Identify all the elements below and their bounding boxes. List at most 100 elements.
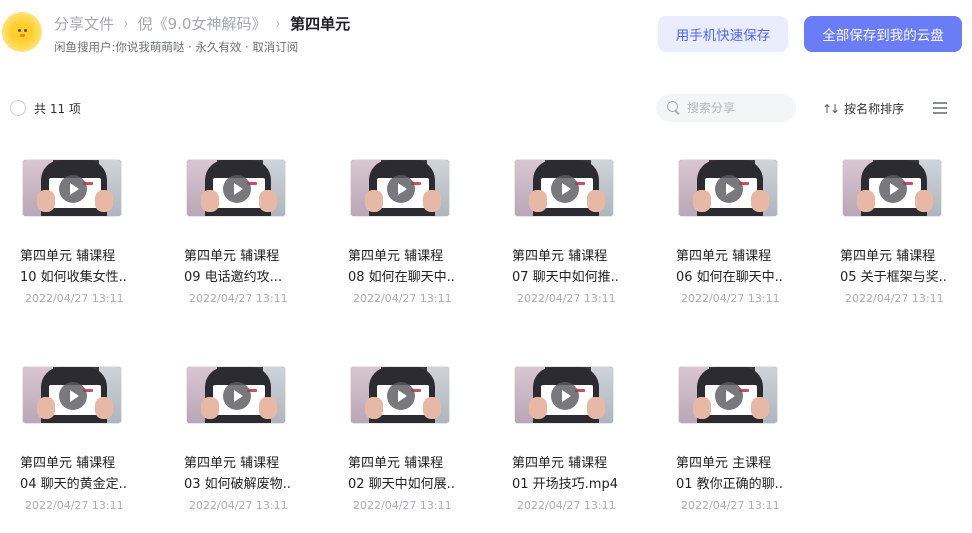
video-thumbnail[interactable] [514,159,614,217]
file-name-line2: 02 聊天中如何展.. [348,477,455,492]
file-item[interactable]: 第四单元 辅课程 07 聊天中如何推.. 2022/04/27 13:11 [492,159,642,319]
video-thumbnail[interactable] [678,159,778,217]
select-all-checkbox[interactable] [10,100,26,116]
thumb-hand [37,397,55,419]
list-menu-icon[interactable] [933,102,947,114]
play-icon[interactable] [387,382,415,410]
file-name[interactable]: 第四单元 辅课程 08 如何在聊天中.. [348,246,472,288]
search-icon [667,101,681,115]
play-icon[interactable] [715,382,743,410]
file-name-line1: 第四单元 辅课程 [20,456,116,471]
chevron-right-icon: › [123,15,128,32]
play-icon[interactable] [223,175,251,203]
file-name[interactable]: 第四单元 辅课程 03 如何破解废物.. [184,453,308,495]
thumb-hand [37,190,55,212]
search-box[interactable] [656,94,796,122]
file-name-line2: 01 教你正确的聊.. [676,477,783,492]
sort-label: 按名称排序 [844,102,905,116]
play-icon[interactable] [387,175,415,203]
video-thumbnail[interactable] [22,366,122,424]
thumb-hand [423,190,441,212]
breadcrumb: 分享文件 › 倪《9.0女神解码》 › 第四单元 [54,13,350,34]
file-item[interactable]: 第四单元 主课程 01 教你正确的聊.. 2022/04/27 13:11 [656,366,806,526]
thumb-hand [915,190,933,212]
file-item[interactable]: 第四单元 辅课程 09 电话邀约攻... 2022/04/27 13:11 [164,159,314,319]
file-name[interactable]: 第四单元 辅课程 02 聊天中如何展.. [348,453,472,495]
file-name-line1: 第四单元 辅课程 [840,249,936,264]
video-thumbnail[interactable] [186,366,286,424]
play-icon[interactable] [223,382,251,410]
video-thumbnail[interactable] [514,366,614,424]
file-date: 2022/04/27 13:11 [25,499,124,512]
file-name-line1: 第四单元 辅课程 [348,456,444,471]
file-item[interactable]: 第四单元 辅课程 01 开场技巧.mp4 2022/04/27 13:11 [492,366,642,526]
file-date: 2022/04/27 13:11 [353,499,452,512]
thumb-hand [751,397,769,419]
file-name-line2: 05 关于框架与奖.. [840,270,947,285]
dot-separator: · [245,40,249,54]
file-date: 2022/04/27 13:11 [353,292,452,305]
file-name-line2: 01 开场技巧.mp4 [512,477,618,492]
breadcrumb-shared-files[interactable]: 分享文件 [54,13,114,34]
play-icon[interactable] [59,175,87,203]
thumb-hand [751,190,769,212]
unsubscribe-link[interactable]: 取消订阅 [252,40,298,54]
share-owner-text: 闲鱼搜用户:你说我萌萌哒 [54,40,185,54]
phone-quick-save-button[interactable]: 用手机快速保存 [658,16,788,52]
play-icon[interactable] [551,382,579,410]
breadcrumb-course-folder[interactable]: 倪《9.0女神解码》 [138,13,267,34]
play-icon[interactable] [59,382,87,410]
thumb-hand [529,190,547,212]
file-item[interactable]: 第四单元 辅课程 03 如何破解废物.. 2022/04/27 13:11 [164,366,314,526]
thumb-hand [201,397,219,419]
thumb-hand [259,397,277,419]
file-item[interactable]: 第四单元 辅课程 06 如何在聊天中.. 2022/04/27 13:11 [656,159,806,319]
search-input[interactable] [687,101,787,115]
file-name-line1: 第四单元 辅课程 [512,249,608,264]
avatar-beak [20,34,25,37]
play-icon[interactable] [551,175,579,203]
play-icon[interactable] [879,175,907,203]
file-date: 2022/04/27 13:11 [25,292,124,305]
thumb-hand [95,190,113,212]
file-item[interactable]: 第四单元 辅课程 05 关于框架与奖.. 2022/04/27 13:11 [820,159,970,319]
file-name-line1: 第四单元 辅课程 [512,456,608,471]
video-thumbnail[interactable] [186,159,286,217]
file-name[interactable]: 第四单元 辅课程 10 如何收集女性.. [20,246,144,288]
file-item[interactable]: 第四单元 辅课程 08 如何在聊天中.. 2022/04/27 13:11 [328,159,478,319]
file-name[interactable]: 第四单元 辅课程 01 开场技巧.mp4 [512,453,636,495]
thumb-hand [95,397,113,419]
item-count: 共 11 项 [34,102,81,116]
avatar-face [11,22,33,42]
file-item[interactable]: 第四单元 辅课程 10 如何收集女性.. 2022/04/27 13:11 [0,159,150,319]
file-name-line2: 06 如何在聊天中.. [676,270,783,285]
file-name-line1: 第四单元 辅课程 [184,456,280,471]
file-name[interactable]: 第四单元 辅课程 09 电话邀约攻... [184,246,308,288]
file-date: 2022/04/27 13:11 [681,499,780,512]
play-icon[interactable] [715,175,743,203]
file-name-line2: 07 聊天中如何推.. [512,270,619,285]
dot-separator: · [188,40,192,54]
file-name-line1: 第四单元 辅课程 [184,249,280,264]
thumb-hand [423,397,441,419]
file-item[interactable]: 第四单元 辅课程 04 聊天的黄金定.. 2022/04/27 13:11 [0,366,150,526]
breadcrumb-current-folder: 第四单元 [290,15,351,33]
file-name[interactable]: 第四单元 辅课程 05 关于框架与奖.. [840,246,964,288]
video-thumbnail[interactable] [678,366,778,424]
thumb-hand [693,190,711,212]
file-name[interactable]: 第四单元 辅课程 04 聊天的黄金定.. [20,453,144,495]
file-name[interactable]: 第四单元 辅课程 06 如何在聊天中.. [676,246,800,288]
video-thumbnail[interactable] [22,159,122,217]
sort-by-name-button[interactable]: ↑↓ 按名称排序 [822,100,904,117]
file-name[interactable]: 第四单元 辅课程 07 聊天中如何推.. [512,246,636,288]
save-all-to-cloud-button[interactable]: 全部保存到我的云盘 [804,16,962,52]
thumb-hand [857,190,875,212]
chick-avatar-icon[interactable] [2,12,42,52]
file-name[interactable]: 第四单元 主课程 01 教你正确的聊.. [676,453,800,495]
video-thumbnail[interactable] [350,366,450,424]
file-name-line1: 第四单元 辅课程 [676,249,772,264]
video-thumbnail[interactable] [842,159,942,217]
video-thumbnail[interactable] [350,159,450,217]
file-item[interactable]: 第四单元 辅课程 02 聊天中如何展.. 2022/04/27 13:11 [328,366,478,526]
thumb-hand [529,397,547,419]
